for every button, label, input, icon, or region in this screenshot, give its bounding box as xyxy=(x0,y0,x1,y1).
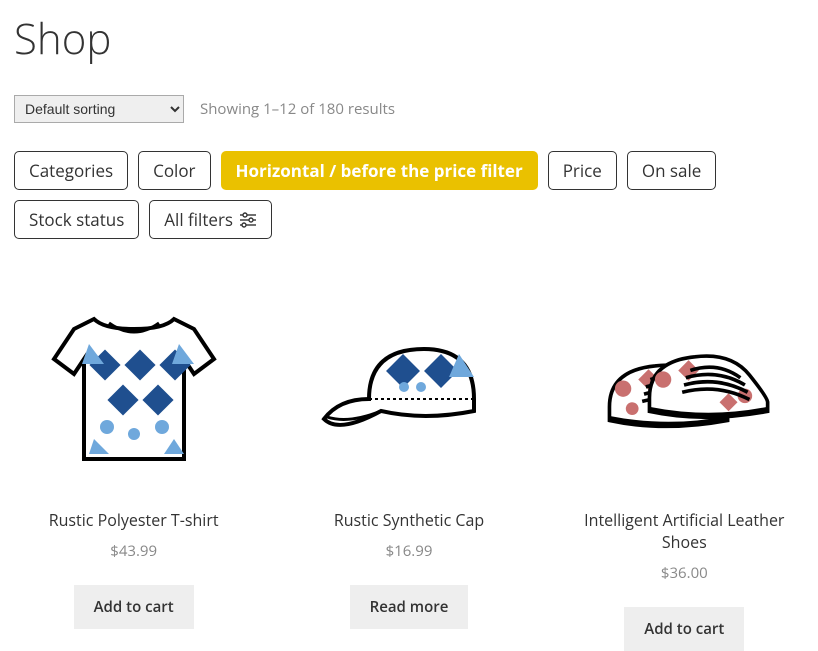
filter-label: On sale xyxy=(642,159,701,182)
product-card[interactable]: Rustic Synthetic Cap $16.99 Read more xyxy=(289,289,528,651)
filter-on-sale[interactable]: On sale xyxy=(627,151,716,190)
page-title: Shop xyxy=(14,10,804,67)
shop-toolbar: Default sorting Showing 1–12 of 180 resu… xyxy=(14,95,804,123)
product-card[interactable]: Intelligent Artificial Leather Shoes $36… xyxy=(565,289,804,651)
product-price: $36.00 xyxy=(565,563,804,583)
filter-label: Price xyxy=(563,159,602,182)
filter-label: Horizontal / before the price filter xyxy=(236,159,523,182)
filter-categories[interactable]: Categories xyxy=(14,151,128,190)
add-to-cart-button[interactable]: Add to cart xyxy=(624,607,744,651)
filter-color[interactable]: Color xyxy=(138,151,210,190)
product-image-tshirt xyxy=(14,289,253,489)
filter-horizontal-before-price[interactable]: Horizontal / before the price filter xyxy=(221,151,538,190)
read-more-button[interactable]: Read more xyxy=(350,585,469,629)
filter-all-filters[interactable]: All filters xyxy=(149,200,272,239)
add-to-cart-button[interactable]: Add to cart xyxy=(74,585,194,629)
filter-label: Color xyxy=(153,159,195,182)
sort-select[interactable]: Default sorting xyxy=(14,95,184,123)
product-card[interactable]: Rustic Polyester T-shirt $43.99 Add to c… xyxy=(14,289,253,651)
filter-stock-status[interactable]: Stock status xyxy=(14,200,139,239)
filter-label: All filters xyxy=(164,208,233,231)
product-image-shoes xyxy=(565,289,804,489)
results-count: Showing 1–12 of 180 results xyxy=(200,99,395,119)
sliders-icon xyxy=(239,212,257,228)
filter-label: Stock status xyxy=(29,208,124,231)
product-price: $16.99 xyxy=(289,541,528,561)
product-title: Rustic Synthetic Cap xyxy=(289,509,528,531)
filter-bar: Categories Color Horizontal / before the… xyxy=(14,151,804,239)
filter-price[interactable]: Price xyxy=(548,151,617,190)
product-title: Intelligent Artificial Leather Shoes xyxy=(565,509,804,553)
product-grid: Rustic Polyester T-shirt $43.99 Add to c… xyxy=(14,289,804,651)
product-title: Rustic Polyester T-shirt xyxy=(14,509,253,531)
product-image-cap xyxy=(289,289,528,489)
product-price: $43.99 xyxy=(14,541,253,561)
filter-label: Categories xyxy=(29,159,113,182)
